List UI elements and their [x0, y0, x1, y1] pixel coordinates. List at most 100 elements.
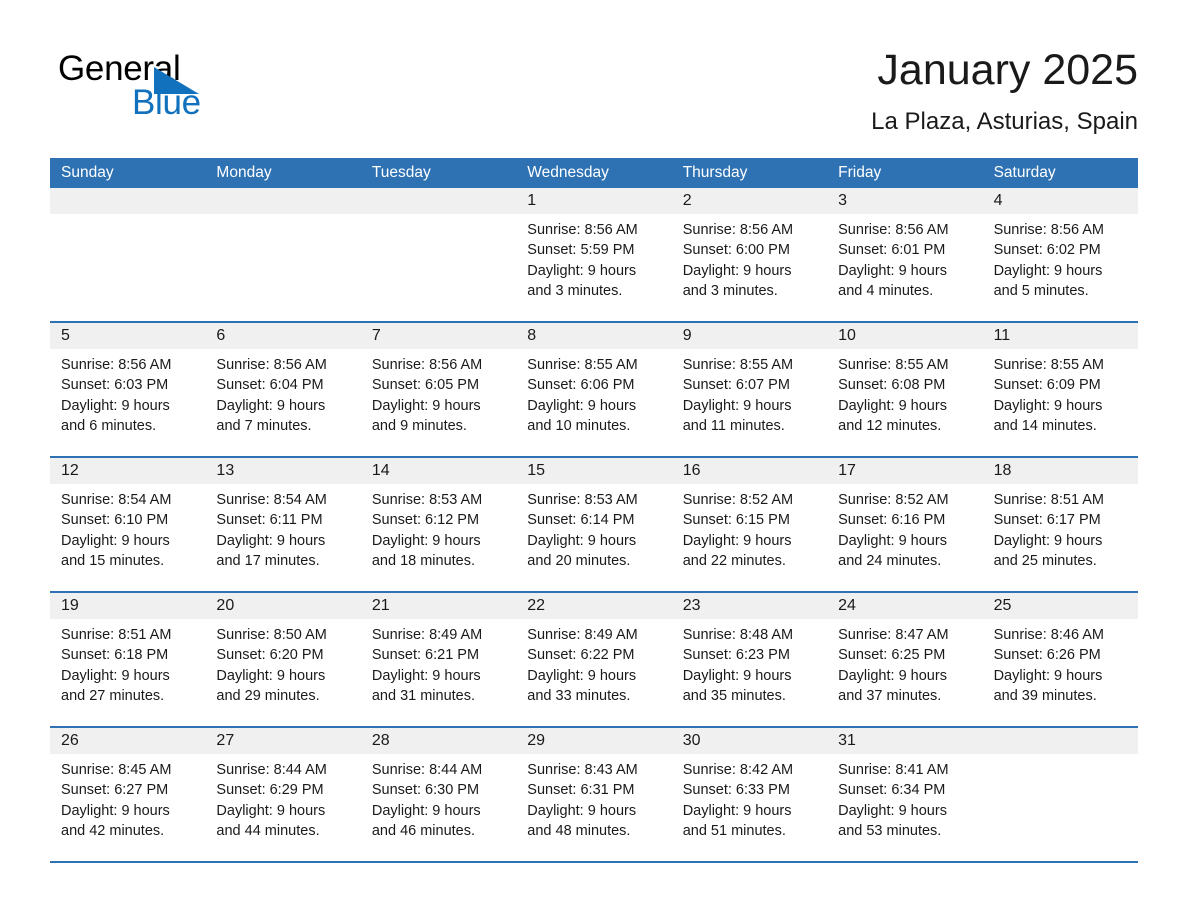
weekday-header-thursday: Thursday — [682, 164, 748, 181]
day-cell[interactable]: 19 Sunrise: 8:51 AM Sunset: 6:18 PM Dayligh… — [50, 593, 206, 726]
day-cell[interactable]: 29 Sunrise: 8:43 AM Sunset: 6:31 PM Dayligh… — [516, 728, 672, 861]
day-cell-empty — [982, 728, 1138, 861]
weekday-header-row: Sunday Monday Tuesday Wednesday Thursday Frid… — [50, 158, 1138, 188]
daylight-text-line1: Daylight: 9 hours — [993, 262, 1103, 279]
day-details: Sunrise: 8:48 AM Sunset: 6:23 PM Daylight:… — [672, 619, 827, 706]
day-cell[interactable]: 16 Sunrise: 8:52 AM Sunset: 6:15 PM Dayligh… — [671, 458, 828, 591]
day-number: 6 — [216, 327, 226, 344]
day-cell[interactable]: 14 Sunrise: 8:53 AM Sunset: 6:12 PM Dayligh… — [360, 458, 517, 591]
day-cell[interactable]: 7 Sunrise: 8:56 AM Sunset: 6:05 PM Daylight… — [360, 323, 517, 456]
day-cell[interactable]: 20 Sunrise: 8:50 AM Sunset: 6:20 PM Dayligh… — [205, 593, 361, 726]
day-number-band: 20 — [205, 593, 361, 619]
day-details: Sunrise: 8:56 AM Sunset: 6:03 PM Daylight:… — [50, 349, 205, 436]
day-cell[interactable]: 17 Sunrise: 8:52 AM Sunset: 6:16 PM Dayligh… — [827, 458, 983, 591]
calendar-week-row: 19 Sunrise: 8:51 AM Sunset: 6:18 PM Dayligh… — [50, 591, 1138, 726]
day-details: Sunrise: 8:44 AM Sunset: 6:29 PM Daylight:… — [205, 754, 360, 841]
day-number: 10 — [838, 327, 856, 344]
day-cell[interactable]: 6 Sunrise: 8:56 AM Sunset: 6:04 PM Daylight… — [205, 323, 361, 456]
day-cell[interactable]: 12 Sunrise: 8:54 AM Sunset: 6:10 PM Dayligh… — [50, 458, 206, 591]
calendar-week-row: 26 Sunrise: 8:45 AM Sunset: 6:27 PM Dayligh… — [50, 726, 1138, 861]
day-number-band: 4 — [982, 188, 1138, 214]
day-cell[interactable]: 21 Sunrise: 8:49 AM Sunset: 6:21 PM Dayligh… — [360, 593, 517, 726]
day-details — [50, 214, 205, 220]
daylight-text-line2: and 3 minutes. — [527, 282, 623, 299]
day-number-band: 21 — [360, 593, 517, 619]
sunrise-text: Sunrise: 8:41 AM — [838, 762, 949, 778]
day-details: Sunrise: 8:56 AM Sunset: 6:01 PM Daylight:… — [827, 214, 982, 301]
sunrise-text: Sunrise: 8:55 AM — [993, 357, 1104, 373]
sunset-text: Sunset: 6:06 PM — [527, 377, 635, 394]
day-cell[interactable]: 18 Sunrise: 8:51 AM Sunset: 6:17 PM Dayligh… — [982, 458, 1138, 591]
daylight-text-line2: and 39 minutes. — [993, 687, 1097, 704]
day-cell[interactable]: 13 Sunrise: 8:54 AM Sunset: 6:11 PM Dayligh… — [205, 458, 361, 591]
sunset-text: Sunset: 6:33 PM — [682, 782, 790, 799]
day-cell[interactable]: 23 Sunrise: 8:48 AM Sunset: 6:23 PM Dayligh… — [671, 593, 828, 726]
day-number: 19 — [61, 597, 79, 614]
daylight-text-line1: Daylight: 9 hours — [838, 667, 947, 684]
day-cell[interactable]: 2 Sunrise: 8:56 AM Sunset: 6:00 PM Daylight… — [671, 188, 828, 321]
day-cell[interactable]: 25 Sunrise: 8:46 AM Sunset: 6:26 PM Dayligh… — [982, 593, 1138, 726]
daylight-text-line2: and 7 minutes. — [216, 417, 312, 434]
day-number: 8 — [527, 327, 537, 344]
daylight-text-line1: Daylight: 9 hours — [371, 532, 481, 549]
sunrise-text: Sunrise: 8:49 AM — [371, 627, 483, 643]
daylight-text-line1: Daylight: 9 hours — [527, 397, 637, 414]
page-subtitle: La Plaza, Asturias, Spain — [871, 108, 1138, 135]
sunrise-text: Sunrise: 8:54 AM — [216, 492, 327, 508]
day-number-band: 19 — [50, 593, 206, 619]
page-title: January 2025 — [877, 46, 1138, 94]
day-number: 7 — [371, 327, 381, 344]
day-cell[interactable]: 1 Sunrise: 8:56 AM Sunset: 5:59 PM Daylight… — [516, 188, 672, 321]
day-number: 11 — [993, 327, 1011, 344]
sunrise-text: Sunrise: 8:44 AM — [371, 762, 483, 778]
sunrise-text: Sunrise: 8:48 AM — [682, 627, 794, 643]
day-cell[interactable]: 5 Sunrise: 8:56 AM Sunset: 6:03 PM Daylight… — [50, 323, 206, 456]
day-cell[interactable]: 11 Sunrise: 8:55 AM Sunset: 6:09 PM Dayligh… — [982, 323, 1138, 456]
day-cell[interactable]: 4 Sunrise: 8:56 AM Sunset: 6:02 PM Daylight… — [982, 188, 1138, 321]
day-number: 28 — [371, 732, 390, 749]
daylight-text-line1: Daylight: 9 hours — [527, 667, 637, 684]
sunrise-text: Sunrise: 8:56 AM — [216, 357, 327, 373]
day-cell[interactable]: 27 Sunrise: 8:44 AM Sunset: 6:29 PM Dayligh… — [205, 728, 361, 861]
daylight-text-line1: Daylight: 9 hours — [216, 667, 326, 684]
sunrise-text: Sunrise: 8:52 AM — [682, 492, 794, 508]
day-details: Sunrise: 8:43 AM Sunset: 6:31 PM Daylight:… — [516, 754, 671, 841]
day-cell[interactable]: 31 Sunrise: 8:41 AM Sunset: 6:34 PM Dayligh… — [827, 728, 983, 861]
day-cell[interactable]: 28 Sunrise: 8:44 AM Sunset: 6:30 PM Dayligh… — [360, 728, 517, 861]
day-cell[interactable]: 8 Sunrise: 8:55 AM Sunset: 6:06 PM Daylight… — [516, 323, 672, 456]
daylight-text-line2: and 9 minutes. — [371, 417, 467, 434]
day-cell[interactable]: 30 Sunrise: 8:42 AM Sunset: 6:33 PM Dayligh… — [671, 728, 828, 861]
weekday-header-sunday: Sunday — [61, 164, 114, 181]
day-number-band: 12 — [50, 458, 206, 484]
daylight-text-line1: Daylight: 9 hours — [61, 802, 170, 819]
day-number-band: 22 — [516, 593, 672, 619]
day-number: 13 — [216, 462, 235, 479]
day-number: 29 — [527, 732, 546, 749]
day-cell[interactable]: 22 Sunrise: 8:49 AM Sunset: 6:22 PM Dayligh… — [516, 593, 672, 726]
title-block: January 2025 La Plaza, Asturias, Spain — [498, 44, 1138, 136]
daylight-text-line2: and 31 minutes. — [371, 687, 476, 704]
calendar-week-row: 5 Sunrise: 8:56 AM Sunset: 6:03 PM Daylight… — [50, 321, 1138, 456]
day-number: 5 — [61, 327, 70, 344]
day-number-band: 11 — [982, 323, 1138, 349]
day-cell[interactable]: 15 Sunrise: 8:53 AM Sunset: 6:14 PM Dayligh… — [516, 458, 672, 591]
day-number-band — [205, 188, 361, 214]
day-details — [205, 214, 360, 220]
daylight-text-line1: Daylight: 9 hours — [838, 802, 947, 819]
sunset-text: Sunset: 6:03 PM — [61, 377, 169, 394]
sunrise-text: Sunrise: 8:52 AM — [838, 492, 949, 508]
day-details: Sunrise: 8:55 AM Sunset: 6:09 PM Daylight:… — [983, 349, 1138, 436]
day-cell[interactable]: 10 Sunrise: 8:55 AM Sunset: 6:08 PM Dayligh… — [827, 323, 983, 456]
sunset-text: Sunset: 6:21 PM — [371, 647, 480, 664]
daylight-text-line1: Daylight: 9 hours — [993, 532, 1103, 549]
brand-logo[interactable]: General Blue — [58, 50, 388, 136]
calendar-weeks: 1 Sunrise: 8:56 AM Sunset: 5:59 PM Daylight… — [50, 188, 1138, 861]
day-cell[interactable]: 26 Sunrise: 8:45 AM Sunset: 6:27 PM Dayligh… — [50, 728, 206, 861]
day-cell[interactable]: 9 Sunrise: 8:55 AM Sunset: 6:07 PM Daylight… — [671, 323, 828, 456]
day-cell[interactable]: 24 Sunrise: 8:47 AM Sunset: 6:25 PM Dayligh… — [827, 593, 983, 726]
day-cell[interactable]: 3 Sunrise: 8:56 AM Sunset: 6:01 PM Daylight… — [827, 188, 983, 321]
day-details: Sunrise: 8:55 AM Sunset: 6:08 PM Daylight:… — [827, 349, 982, 436]
day-details: Sunrise: 8:54 AM Sunset: 6:11 PM Daylight:… — [205, 484, 360, 571]
day-details: Sunrise: 8:49 AM Sunset: 6:22 PM Daylight:… — [516, 619, 671, 706]
day-details: Sunrise: 8:56 AM Sunset: 6:02 PM Daylight:… — [983, 214, 1138, 301]
